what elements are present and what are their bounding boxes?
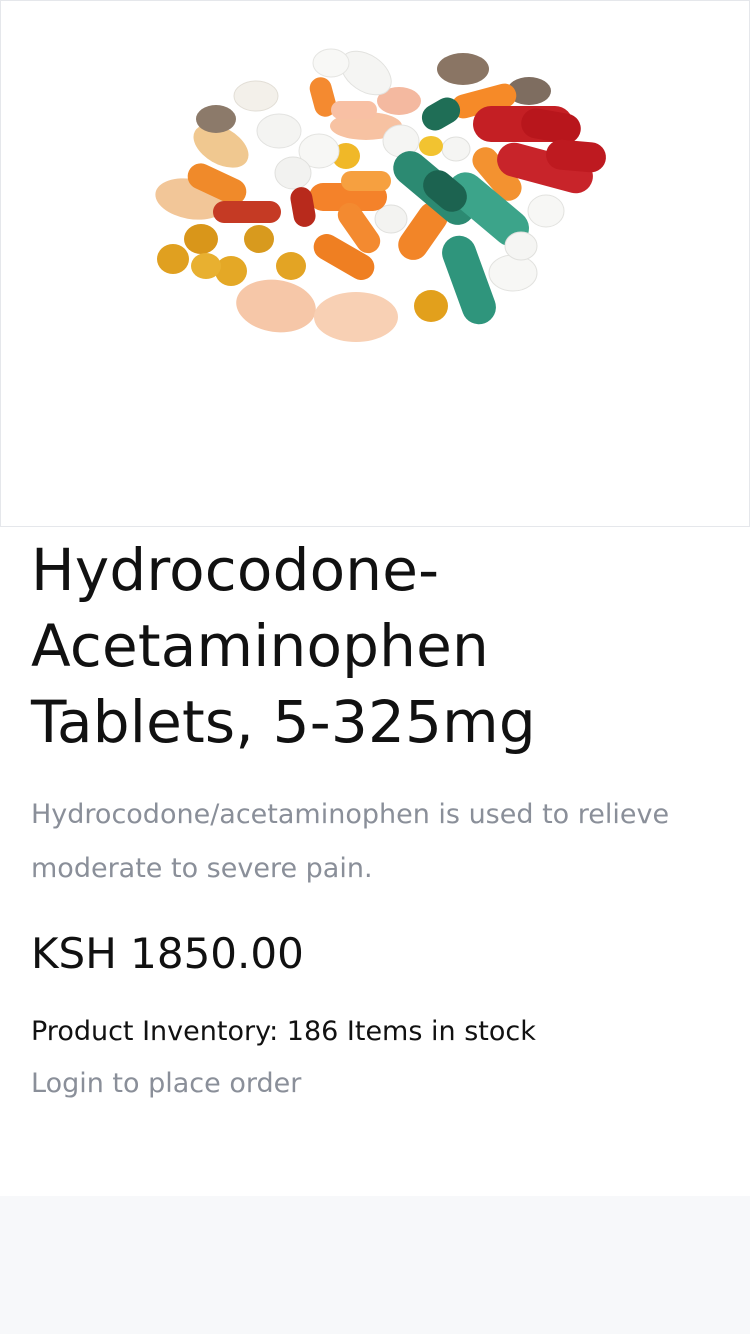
product-description: Hydrocodone/acetaminophen is used to rel… [31, 799, 670, 884]
product-image-card [0, 0, 750, 527]
login-to-order-link[interactable]: Login to place order [31, 1064, 721, 1104]
product-title: Hydrocodone-Acetaminophen Tablets, 5-325… [31, 536, 536, 756]
product-image [155, 48, 606, 342]
product-details: Hydrocodone-Acetaminophen Tablets, 5-325… [31, 532, 721, 1104]
product-price: KSH 1850.00 [31, 929, 304, 978]
product-inventory: Product Inventory: 186 Items in stock [31, 1016, 536, 1047]
footer-area [0, 1196, 750, 1334]
